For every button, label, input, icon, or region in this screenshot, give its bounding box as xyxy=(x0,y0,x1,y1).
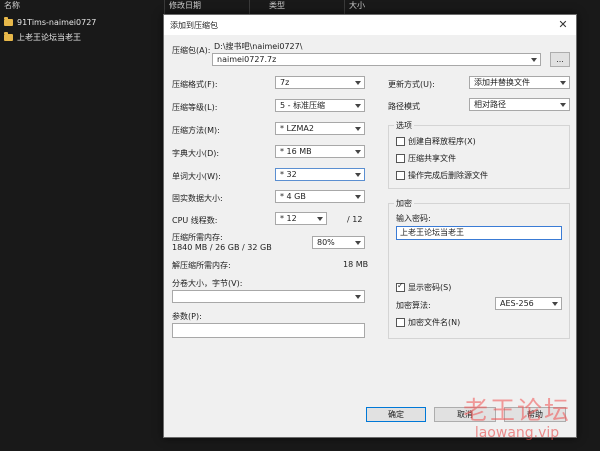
password-input[interactable]: 上老王论坛当老王 xyxy=(396,226,562,240)
watermark-chinese: 老王论坛 xyxy=(462,396,571,425)
folder-icon xyxy=(4,17,13,26)
encryption-method-label: 加密算法: xyxy=(396,301,431,310)
file-name: 91Tims-naimei0727 xyxy=(17,18,97,27)
update-mode-value: 添加并替换文件 xyxy=(474,78,530,87)
memory-label: 压缩所需内存: xyxy=(172,233,223,242)
split-size-label: 分卷大小，字节(V): xyxy=(172,279,243,288)
chevron-down-icon xyxy=(355,173,361,177)
show-password-label: 显示密码(S) xyxy=(408,283,452,292)
solid-block-value: * 4 GB xyxy=(280,192,306,201)
dictionary-combo[interactable]: * 16 MB xyxy=(275,145,365,158)
ok-button[interactable]: 确定 xyxy=(366,407,426,422)
method-combo[interactable]: * LZMA2 xyxy=(275,122,365,135)
password-label: 输入密码: xyxy=(396,214,431,223)
split-size-combo[interactable] xyxy=(172,290,365,303)
chevron-down-icon xyxy=(531,58,537,62)
threads-value: * 12 xyxy=(280,214,297,223)
memory-percent-value: 80% xyxy=(317,238,335,247)
memory-detail: 1840 MB / 26 GB / 32 GB xyxy=(172,243,272,252)
close-icon[interactable]: ✕ xyxy=(556,18,570,31)
browse-button[interactable]: ... xyxy=(550,52,570,67)
column-header-size[interactable]: 大小 xyxy=(345,0,405,14)
show-password-checkbox[interactable] xyxy=(396,281,405,292)
chevron-down-icon xyxy=(355,295,361,299)
threads-total: / 12 xyxy=(347,215,363,224)
chevron-down-icon xyxy=(355,241,361,245)
threads-combo[interactable]: * 12 xyxy=(275,212,327,225)
chevron-down-icon xyxy=(355,127,361,131)
decompress-memory-value: 18 MB xyxy=(343,260,369,269)
dialog-titlebar[interactable]: 添加到压缩包 ✕ xyxy=(164,15,576,35)
parameters-input[interactable] xyxy=(172,323,365,338)
sfx-checkbox[interactable] xyxy=(396,137,405,146)
solid-block-combo[interactable]: * 4 GB xyxy=(275,190,365,203)
word-size-label: 单词大小(W): xyxy=(172,172,221,181)
path-mode-value: 相对路径 xyxy=(474,100,506,109)
encrypt-filenames-label: 加密文件名(N) xyxy=(408,318,461,327)
encryption-method-value: AES-256 xyxy=(500,299,534,308)
word-size-combo[interactable]: * 32 xyxy=(275,168,365,181)
archive-label: 压缩包(A): xyxy=(172,46,211,55)
chevron-down-icon xyxy=(355,195,361,199)
threads-label: CPU 线程数: xyxy=(172,216,218,225)
word-size-value: * 32 xyxy=(280,170,297,179)
level-value: 5 - 标准压缩 xyxy=(280,101,326,110)
path-mode-label: 路径模式 xyxy=(388,102,420,111)
format-value: 7z xyxy=(280,78,290,87)
encryption-method-combo[interactable]: AES-256 xyxy=(495,297,562,310)
chevron-down-icon xyxy=(552,302,558,306)
chevron-down-icon xyxy=(355,150,361,154)
update-mode-combo[interactable]: 添加并替换文件 xyxy=(469,76,570,89)
column-header-name[interactable]: 名称 xyxy=(0,0,165,14)
column-header-type[interactable]: 类型 xyxy=(265,0,345,14)
chevron-down-icon xyxy=(355,104,361,108)
decompress-memory-label: 解压缩所需内存: xyxy=(172,261,231,270)
dictionary-value: * 16 MB xyxy=(280,147,312,156)
dictionary-label: 字典大小(D): xyxy=(172,149,220,158)
archive-name-value: naimei0727.7z xyxy=(217,55,277,64)
file-name: 上老王论坛当老王 xyxy=(17,33,81,42)
watermark-url: laowang.vip xyxy=(474,425,560,441)
format-combo[interactable]: 7z xyxy=(275,76,365,89)
delete-after-checkbox[interactable] xyxy=(396,171,405,180)
parameters-label: 参数(P): xyxy=(172,312,202,321)
chevron-down-icon xyxy=(355,81,361,85)
method-label: 压缩方法(M): xyxy=(172,126,220,135)
archive-path: D:\搜书吧\naimei0727\ xyxy=(214,42,303,51)
add-to-archive-dialog: 添加到压缩包 ✕ 压缩包(A): D:\搜书吧\naimei0727\ naim… xyxy=(163,14,577,438)
chevron-down-icon xyxy=(560,103,566,107)
format-label: 压缩格式(F): xyxy=(172,80,218,89)
sfx-label: 创建自释放程序(X) xyxy=(408,137,476,146)
path-mode-combo[interactable]: 相对路径 xyxy=(469,98,570,111)
level-label: 压缩等级(L): xyxy=(172,103,218,112)
level-combo[interactable]: 5 - 标准压缩 xyxy=(275,99,365,112)
list-item[interactable]: 上老王论坛当老王 xyxy=(0,31,165,44)
options-title: 选项 xyxy=(394,120,414,131)
shared-files-checkbox[interactable] xyxy=(396,154,405,163)
column-header-date[interactable]: 修改日期 xyxy=(165,0,250,14)
method-value: * LZMA2 xyxy=(280,124,314,133)
chevron-down-icon xyxy=(560,81,566,85)
dialog-title: 添加到压缩包 xyxy=(170,21,218,30)
encrypt-filenames-checkbox[interactable] xyxy=(396,318,405,327)
list-item[interactable]: 91Tims-naimei0727 xyxy=(0,16,165,29)
delete-after-label: 操作完成后删除源文件 xyxy=(408,171,488,180)
memory-percent-combo[interactable]: 80% xyxy=(312,236,365,249)
encryption-title: 加密 xyxy=(394,198,414,209)
archive-name-combo[interactable]: naimei0727.7z xyxy=(212,53,541,66)
update-mode-label: 更新方式(U): xyxy=(388,80,435,89)
chevron-down-icon xyxy=(317,217,323,221)
shared-files-label: 压缩共享文件 xyxy=(408,154,456,163)
site-watermark: 老王论坛 laowang.vip xyxy=(452,391,582,441)
folder-icon xyxy=(4,32,13,41)
solid-block-label: 固实数据大小: xyxy=(172,194,223,203)
